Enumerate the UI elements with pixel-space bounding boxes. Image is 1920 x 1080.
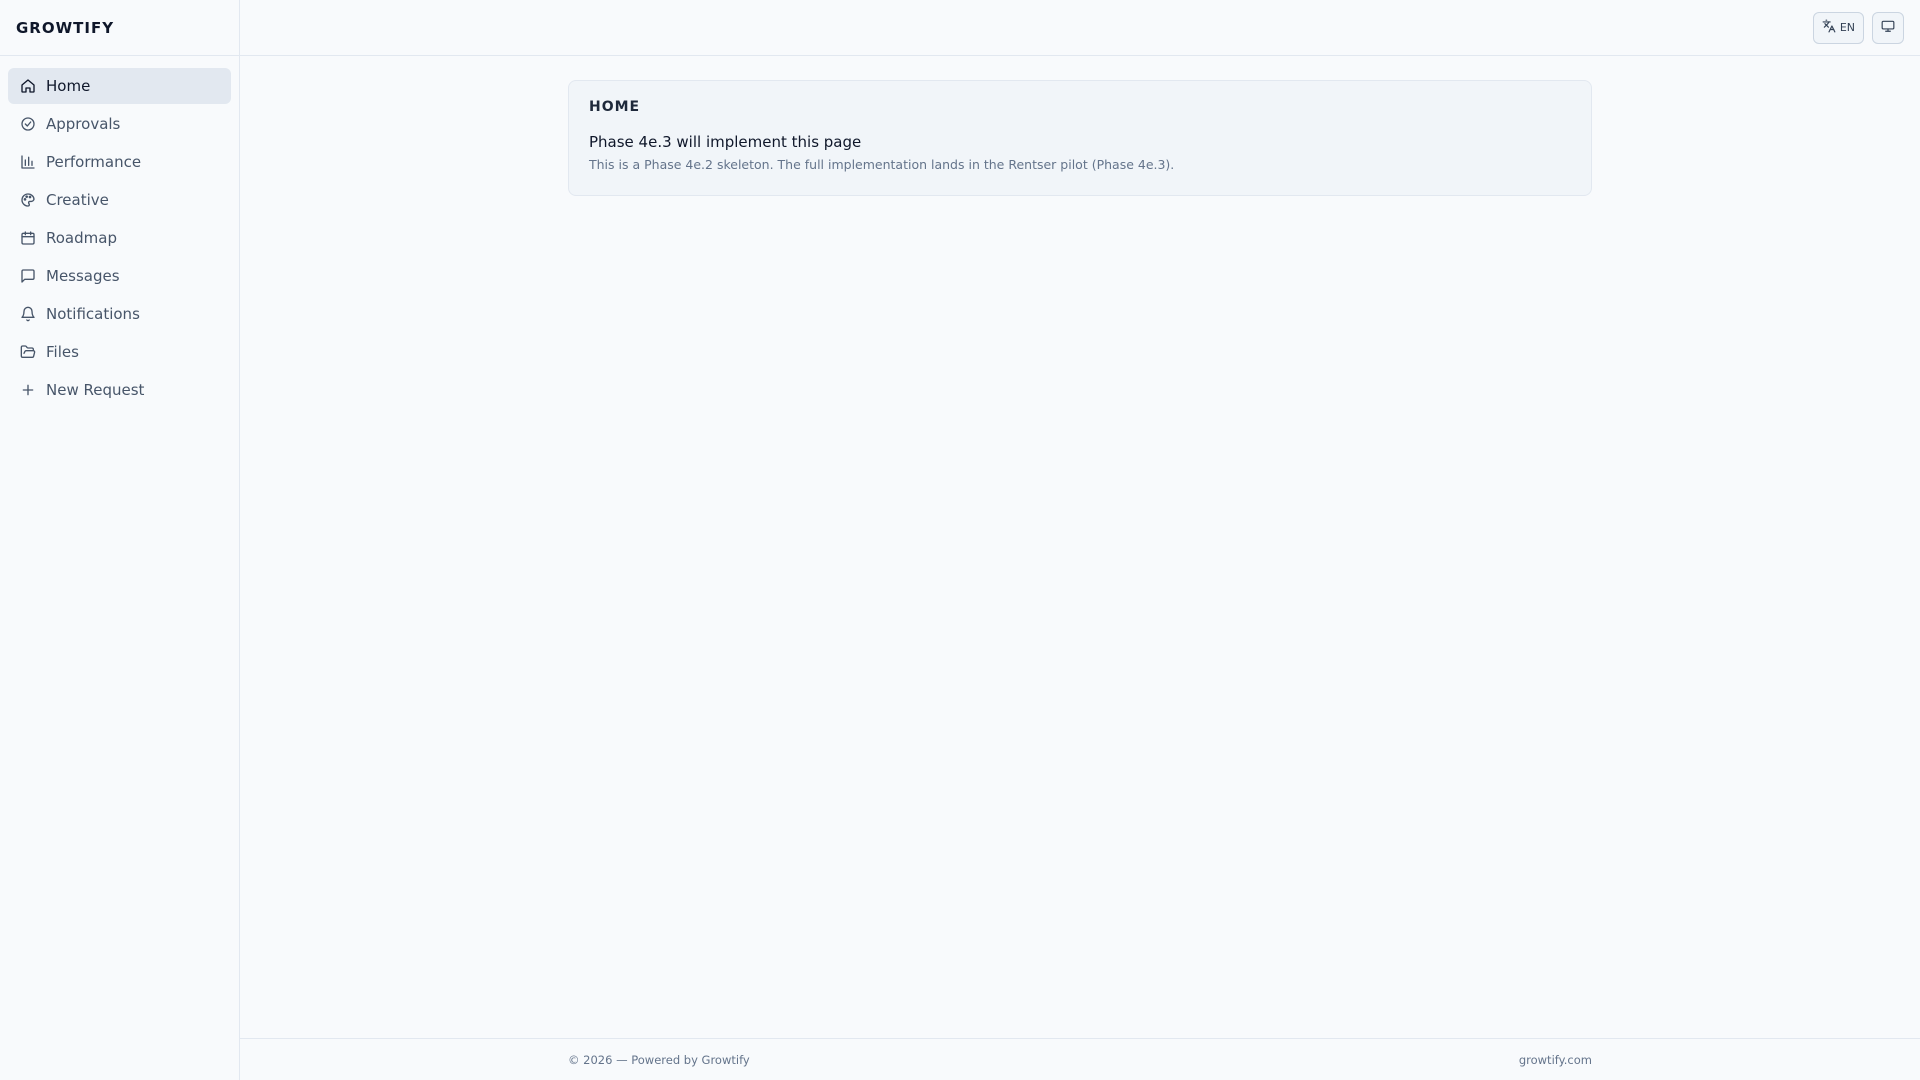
footer: © 2026 — Powered by Growtify growtify.co… [240, 1038, 1920, 1080]
monitor-icon [1881, 19, 1895, 36]
main-area: EN HOME Phase 4e.3 will implement this p… [240, 0, 1920, 1080]
sidebar-item-label: Roadmap [46, 229, 117, 247]
calendar-icon [20, 230, 36, 246]
message-square-icon [20, 268, 36, 284]
folder-open-icon [20, 344, 36, 360]
page-content: HOME Phase 4e.3 will implement this page… [240, 56, 1920, 1038]
card-description: This is a Phase 4e.2 skeleton. The full … [589, 157, 1175, 172]
sidebar-item-label: Approvals [46, 115, 121, 133]
placeholder-card: HOME Phase 4e.3 will implement this page… [568, 80, 1592, 196]
card-heading: Phase 4e.3 will implement this page [589, 133, 862, 151]
sidebar-item-home[interactable]: Home [8, 68, 231, 104]
footer-copyright: © 2026 — Powered by Growtify [568, 1052, 750, 1067]
sidebar-item-notifications[interactable]: Notifications [8, 296, 231, 332]
sidebar-item-performance[interactable]: Performance [8, 144, 231, 180]
display-mode-button[interactable] [1872, 11, 1904, 44]
language-switcher-button[interactable]: EN [1812, 11, 1864, 44]
sidebar-item-label: New Request [46, 381, 145, 399]
sidebar-item-label: Files [46, 343, 79, 361]
sidebar-item-label: Performance [46, 153, 142, 171]
brand-logo[interactable]: GROWTIFY [0, 0, 239, 56]
sidebar-item-files[interactable]: Files [8, 334, 231, 370]
footer-site-link[interactable]: growtify.com [1519, 1053, 1592, 1067]
palette-icon [20, 192, 36, 208]
app-shell: GROWTIFY Home Approvals Performance Crea… [0, 0, 1920, 1080]
bar-chart-icon [20, 154, 36, 170]
sidebar-item-label: Notifications [46, 305, 140, 323]
topbar: EN [240, 0, 1920, 56]
sidebar-nav: Home Approvals Performance Creative Road… [0, 56, 239, 420]
languages-icon [1822, 19, 1836, 36]
sidebar-item-messages[interactable]: Messages [8, 258, 231, 294]
bell-icon [20, 306, 36, 322]
sidebar-item-new-request[interactable]: New Request [8, 372, 231, 408]
sidebar-item-label: Home [46, 77, 91, 95]
page-title: HOME [589, 99, 641, 115]
sidebar-item-label: Creative [46, 191, 109, 209]
sidebar: GROWTIFY Home Approvals Performance Crea… [0, 0, 240, 1080]
check-circle-icon [20, 116, 36, 132]
sidebar-item-creative[interactable]: Creative [8, 182, 231, 218]
language-label: EN [1839, 21, 1855, 34]
footer-inner: © 2026 — Powered by Growtify growtify.co… [568, 1053, 1592, 1067]
home-icon [20, 78, 36, 94]
sidebar-item-roadmap[interactable]: Roadmap [8, 220, 231, 256]
plus-icon [20, 382, 36, 398]
sidebar-item-label: Messages [46, 267, 120, 285]
sidebar-item-approvals[interactable]: Approvals [8, 106, 231, 142]
